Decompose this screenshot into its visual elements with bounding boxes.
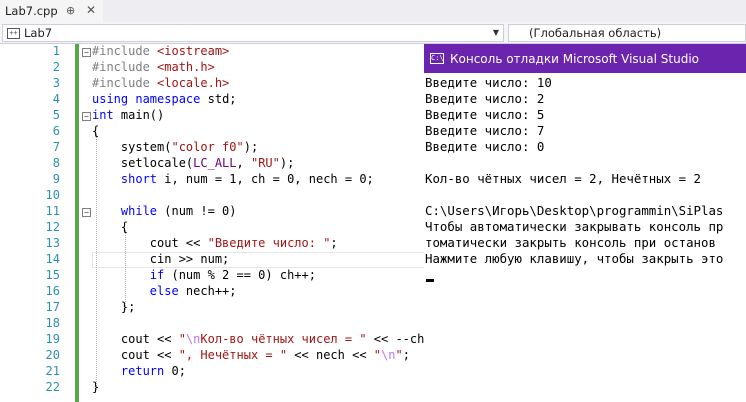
line-number: 2 <box>52 60 60 74</box>
tab-strip: Lab7.cpp ⊕ ✕ <box>0 0 746 22</box>
code-line[interactable]: else nech++; <box>92 284 237 298</box>
code-line[interactable]: cout << "\nКол-во чётных чисел = " << --… <box>92 332 432 346</box>
console-line: Чтобы автоматически закрывать консоль пр <box>425 219 724 234</box>
code-line[interactable]: int main() <box>92 108 164 122</box>
project-dropdown[interactable]: ++ Lab7 ▼ <box>2 24 504 42</box>
console-line: томатически закрыть консоль при останов <box>425 235 716 250</box>
code-line[interactable]: if (num % 2 == 0) ch++; <box>92 268 316 282</box>
code-line[interactable]: { <box>92 124 99 138</box>
code-line[interactable]: { <box>92 220 128 234</box>
line-number: 15 <box>45 268 60 282</box>
code-line[interactable]: short i, num = 1, ch = 0, nech = 0; <box>92 172 374 186</box>
change-tracking-bar <box>75 44 79 402</box>
console-line: C:\Users\Игорь\Desktop\programmin\SiPlas <box>425 203 724 218</box>
code-line[interactable]: #include <math.h> <box>92 60 215 74</box>
line-number: 5 <box>52 108 60 122</box>
console-line: Нажмите любую клавишу, чтобы закрыть это <box>425 251 724 266</box>
line-number: 14 <box>45 252 60 266</box>
line-number: 1 <box>52 44 60 58</box>
line-number: 11 <box>45 204 60 218</box>
console-line: Введите число: 7 <box>425 123 545 138</box>
console-line: Введите число: 2 <box>425 91 545 106</box>
debug-console-window[interactable]: C:\ Консоль отладки Microsoft Visual Stu… <box>424 44 746 402</box>
line-number: 16 <box>45 284 60 298</box>
code-line[interactable]: system("color f0"); <box>92 140 258 154</box>
line-number: 22 <box>45 380 60 394</box>
code-line[interactable]: cout << "Введите число: "; <box>92 236 338 250</box>
code-line[interactable]: } <box>92 380 99 394</box>
console-title: Консоль отладки Microsoft Visual Studio <box>450 51 699 66</box>
console-line: Кол-во чётных чисел = 2, Нечётных = 2 <box>425 171 702 186</box>
line-number: 18 <box>45 316 60 330</box>
line-number: 3 <box>52 76 60 90</box>
line-number: 19 <box>45 332 60 346</box>
close-icon[interactable]: ✕ <box>86 3 96 17</box>
console-app-icon: C:\ <box>430 53 444 64</box>
line-number: 21 <box>45 364 60 378</box>
line-number: 17 <box>45 300 60 314</box>
console-line: Введите число: 0 <box>425 139 545 154</box>
cpp-project-icon: ++ <box>7 27 20 39</box>
fold-toggle-icon[interactable]: − <box>82 112 91 121</box>
code-line[interactable]: cout << ", Нечётных = " << nech << "\n"; <box>92 348 410 362</box>
line-number: 4 <box>52 92 60 106</box>
line-number: 8 <box>52 156 60 170</box>
scope-dropdown-value: (Глобальная область) <box>529 26 662 40</box>
line-number: 7 <box>52 140 60 154</box>
code-line[interactable]: using namespace std; <box>92 92 237 106</box>
console-line: Введите число: 10 <box>425 75 552 90</box>
pin-icon[interactable]: ⊕ <box>66 4 75 17</box>
chevron-down-icon: ▼ <box>492 28 499 37</box>
code-line[interactable]: return 0; <box>92 364 186 378</box>
code-line[interactable]: while (num != 0) <box>92 204 237 218</box>
code-line[interactable]: }; <box>92 300 135 314</box>
console-title-bar[interactable]: C:\ Консоль отладки Microsoft Visual Stu… <box>424 44 746 73</box>
code-editor[interactable]: − − − 1 2 3 4 5 6 7 8 9 10 11 12 13 14 1… <box>0 44 432 402</box>
fold-toggle-icon[interactable]: − <box>82 208 91 217</box>
fold-toggle-icon[interactable]: − <box>82 48 91 57</box>
line-number: 13 <box>45 236 60 250</box>
line-number: 20 <box>45 348 60 362</box>
line-number: 10 <box>45 188 60 202</box>
tab-title: Lab7.cpp <box>5 4 58 18</box>
line-number: 9 <box>52 172 60 186</box>
console-cursor <box>426 279 434 282</box>
line-number: 6 <box>52 124 60 138</box>
code-line[interactable]: #include <locale.h> <box>92 76 229 90</box>
scope-dropdown[interactable]: (Глобальная область) <box>508 24 746 42</box>
project-dropdown-value: Lab7 <box>24 26 53 40</box>
code-line[interactable]: cin >> num; <box>92 252 229 266</box>
console-line: Введите число: 5 <box>425 107 545 122</box>
code-line[interactable]: #include <iostream> <box>92 44 229 58</box>
tab-lab7-cpp[interactable]: Lab7.cpp ⊕ ✕ <box>0 0 103 22</box>
navigation-bar: ++ Lab7 ▼ (Глобальная область) <box>0 22 746 44</box>
line-number: 12 <box>45 220 60 234</box>
code-line[interactable]: setlocale(LC_ALL, "RU"); <box>92 156 294 170</box>
